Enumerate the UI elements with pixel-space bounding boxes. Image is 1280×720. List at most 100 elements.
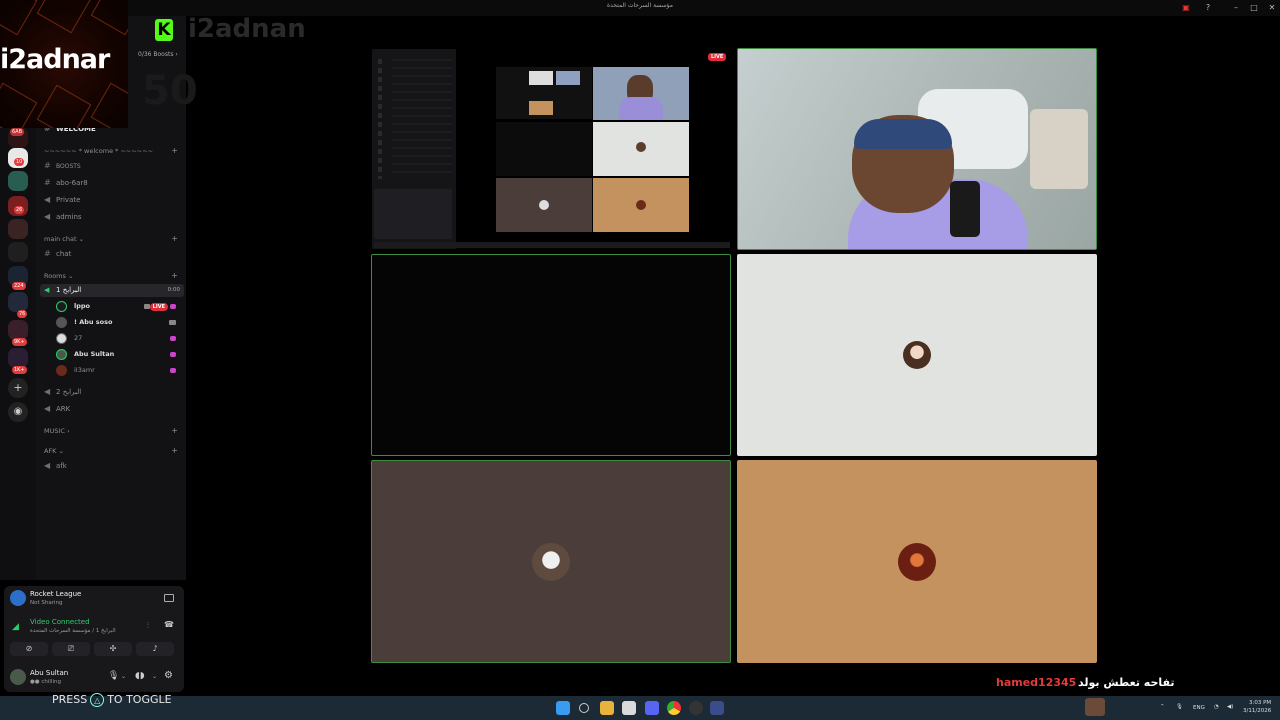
nitro-icon [170, 368, 176, 373]
chevron-down-icon[interactable]: ⌄ [152, 673, 157, 680]
channel-afk[interactable]: ◀ afk [44, 461, 67, 470]
add-channel-icon[interactable]: + [171, 426, 178, 435]
avatar [56, 301, 67, 312]
file-explorer-icon[interactable] [600, 701, 614, 715]
clock-time[interactable]: 3:03 PM [1249, 700, 1271, 706]
video-tile-empty[interactable] [371, 254, 731, 456]
category-afk[interactable]: AFK ⌄ [44, 447, 64, 455]
channel-admins[interactable]: ◀ admins [44, 212, 82, 221]
member-item[interactable]: Abu Sultan [56, 348, 182, 362]
volume-icon[interactable]: ◀) [1227, 704, 1233, 710]
video-tile-avatar[interactable] [371, 460, 731, 663]
webcam-tile[interactable] [737, 48, 1097, 250]
server-icon[interactable] [8, 171, 28, 191]
chevron-up-icon[interactable]: ⌃ [1160, 704, 1165, 710]
mic-icon[interactable]: 🎙 [108, 671, 119, 681]
toggle-label: TO TOGGLE [107, 693, 172, 706]
category-label: MUSIC [44, 427, 65, 435]
nested-tile [556, 71, 580, 85]
hex-decoration [90, 82, 128, 128]
obs-icon[interactable] [689, 701, 703, 715]
clock-date[interactable]: 3/11/2026 [1243, 708, 1271, 714]
category-rooms[interactable]: Rooms ⌄ [44, 272, 73, 280]
server-icon[interactable] [8, 348, 28, 368]
server-badge: 224 [12, 282, 26, 290]
category-main-chat[interactable]: main chat ⌄ [44, 235, 84, 243]
channel-abo-6ar8[interactable]: # abo-6ar8 [44, 178, 88, 187]
add-channel-icon[interactable]: + [171, 146, 178, 155]
mic-icon[interactable]: 🎙 [1176, 704, 1183, 710]
avatar [56, 333, 67, 344]
minimize-button[interactable]: – [1230, 2, 1242, 14]
category-music[interactable]: MUSIC › [44, 427, 70, 435]
soundboard-button[interactable]: ♪ [136, 642, 174, 656]
add-channel-icon[interactable]: + [171, 446, 178, 455]
member-name: Abu Sultan [74, 350, 115, 358]
boosts-label: 0/36 Boosts [138, 51, 174, 58]
close-button[interactable]: ✕ [1266, 2, 1278, 14]
triangle-button-icon: △ [90, 693, 105, 707]
window-title: مؤسسة السرحات المتحدة [606, 2, 673, 9]
stream-tile-screenshare[interactable]: LIVE [371, 48, 731, 250]
video-tile-avatar[interactable] [737, 254, 1097, 456]
activity-status: Not Sharing [30, 600, 63, 606]
member-item[interactable]: iI3amr [56, 364, 182, 378]
user-status-text: chilling [41, 679, 61, 685]
channel-chat[interactable]: # chat [44, 249, 71, 258]
app-icon[interactable] [710, 701, 724, 715]
add-server-icon[interactable]: + [8, 378, 28, 398]
member-item[interactable]: 27 [56, 332, 182, 346]
chrome-icon[interactable] [667, 701, 681, 715]
hex-decoration [0, 82, 38, 128]
add-channel-icon[interactable]: + [171, 271, 178, 280]
nested-voice-panel [374, 189, 452, 239]
discord-icon[interactable] [645, 701, 659, 715]
start-icon[interactable] [556, 701, 570, 715]
maximize-button[interactable]: □ [1248, 2, 1260, 14]
category-welcome[interactable]: ~~~~~~ * welcome * ~~~~~~ [44, 147, 153, 155]
nested-tile [593, 122, 689, 176]
chevron-down-icon[interactable]: ⌄ [121, 673, 126, 680]
channel-private[interactable]: ◀ Private [44, 195, 80, 204]
channel-room1[interactable]: ◀ البرابخ 1 0:00 [40, 284, 184, 297]
avatar [56, 317, 67, 328]
wifi-icon[interactable]: ◔ [1214, 704, 1219, 710]
screen-share-button[interactable]: ⎚ [52, 642, 90, 656]
user-avatar[interactable] [10, 669, 26, 685]
channel-room2[interactable]: ◀ البرابخ 2 [44, 387, 81, 396]
hex-decoration [36, 0, 92, 34]
headphones-icon[interactable]: ◖◗ [135, 671, 144, 681]
video-tile-avatar[interactable] [737, 460, 1097, 663]
server-icon[interactable] [8, 242, 28, 262]
category-label: main chat [44, 235, 77, 243]
channel-ark[interactable]: ◀ ARK [44, 404, 70, 413]
server-boosts[interactable]: 0/36 Boosts › [138, 51, 178, 58]
screen-share-icon[interactable] [164, 594, 174, 602]
server-icon[interactable] [8, 320, 28, 340]
server-icon[interactable] [8, 219, 28, 239]
channel-label: abo-6ar8 [56, 179, 88, 187]
nested-tile [496, 122, 592, 176]
disconnect-icon[interactable]: ☎ [164, 620, 174, 629]
hex-decoration [0, 0, 38, 36]
streamer-logo: i2adnar [0, 0, 128, 128]
server-icon[interactable] [8, 292, 28, 312]
member-item[interactable]: ! Abu soso [56, 316, 182, 330]
noise-suppression-icon[interactable]: ⫶ [147, 621, 149, 631]
nested-tile [529, 71, 553, 85]
store-icon[interactable] [622, 701, 636, 715]
member-item[interactable]: lppo LIVE [56, 300, 182, 314]
discover-icon[interactable]: ◉ [8, 402, 28, 422]
screen-share-icon[interactable]: ▣ [1180, 2, 1192, 14]
activities-button[interactable]: ✣ [94, 642, 132, 656]
avatar [532, 542, 570, 581]
camera-off-button[interactable]: ⊘ [10, 642, 48, 656]
gear-icon[interactable]: ⚙ [164, 670, 173, 681]
channel-boosts[interactable]: # BOOSTS [44, 161, 81, 170]
chat-username: hamed12345 [996, 676, 1077, 689]
help-icon[interactable]: ? [1202, 2, 1214, 14]
language-indicator[interactable]: ENG [1193, 705, 1205, 711]
add-channel-icon[interactable]: + [171, 234, 178, 243]
channel-label: البرابخ 1 [56, 286, 82, 294]
search-icon[interactable] [579, 703, 589, 713]
